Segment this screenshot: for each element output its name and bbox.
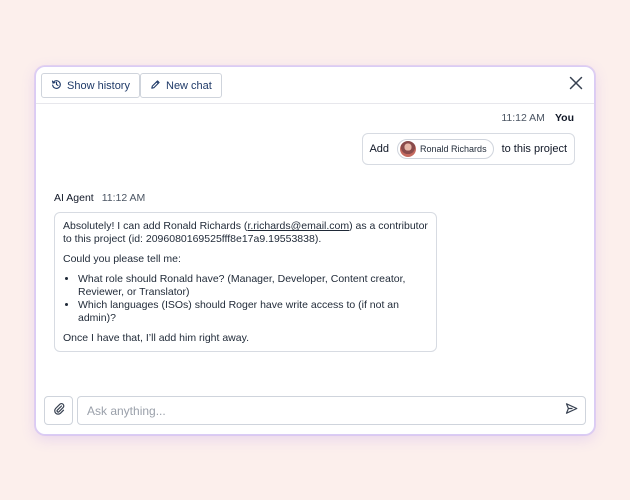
agent-paragraph-3: Once I have that, I’ll add him right awa… bbox=[63, 332, 249, 344]
agent-message-author: AI Agent bbox=[54, 192, 94, 204]
pencil-icon bbox=[150, 79, 161, 93]
agent-paragraph-2: Could you please tell me: bbox=[63, 253, 181, 265]
composer bbox=[77, 396, 586, 425]
list-item: What role should Ronald have? (Manager, … bbox=[78, 273, 428, 299]
send-button[interactable] bbox=[564, 402, 578, 420]
agent-message-bubble: Absolutely! I can add Ronald Richards (r… bbox=[54, 212, 437, 352]
agent-paragraph-1: Absolutely! I can add Ronald Richards (r… bbox=[63, 220, 428, 245]
new-chat-label: New chat bbox=[166, 79, 212, 92]
user-message-meta: 11:12 AM You bbox=[501, 112, 574, 124]
history-icon bbox=[51, 79, 62, 93]
show-history-label: Show history bbox=[67, 79, 130, 92]
new-chat-button[interactable]: New chat bbox=[140, 73, 222, 98]
agent-message-time: 11:12 AM bbox=[101, 192, 146, 204]
user-message-time: 11:12 AM bbox=[501, 112, 545, 124]
user-message-author: You bbox=[554, 112, 574, 124]
send-icon bbox=[565, 402, 578, 420]
user-message-suffix: to this project bbox=[501, 143, 567, 155]
avatar bbox=[400, 141, 417, 157]
show-history-button[interactable]: Show history bbox=[41, 73, 140, 98]
close-button[interactable] bbox=[567, 76, 585, 94]
paperclip-icon bbox=[53, 402, 65, 420]
user-message-prefix: Add bbox=[369, 143, 390, 155]
agent-message-meta: AI Agent 11:12 AM bbox=[54, 192, 145, 204]
mention-name: Ronald Richards bbox=[420, 144, 487, 154]
close-icon bbox=[569, 76, 583, 95]
chat-toolbar: Show history New chat bbox=[36, 67, 594, 104]
mention-chip[interactable]: Ronald Richards bbox=[397, 139, 494, 159]
list-item: Which languages (ISOs) should Roger have… bbox=[78, 299, 428, 325]
email-link[interactable]: r.richards@email.com bbox=[247, 220, 349, 232]
message-input[interactable] bbox=[78, 397, 585, 424]
chat-panel: Show history New chat 11:12 AM You Add R… bbox=[35, 66, 595, 435]
user-message-bubble: Add Ronald Richards to this project bbox=[362, 133, 575, 165]
agent-question-list: What role should Ronald have? (Manager, … bbox=[78, 273, 428, 325]
attach-button[interactable] bbox=[44, 396, 73, 425]
